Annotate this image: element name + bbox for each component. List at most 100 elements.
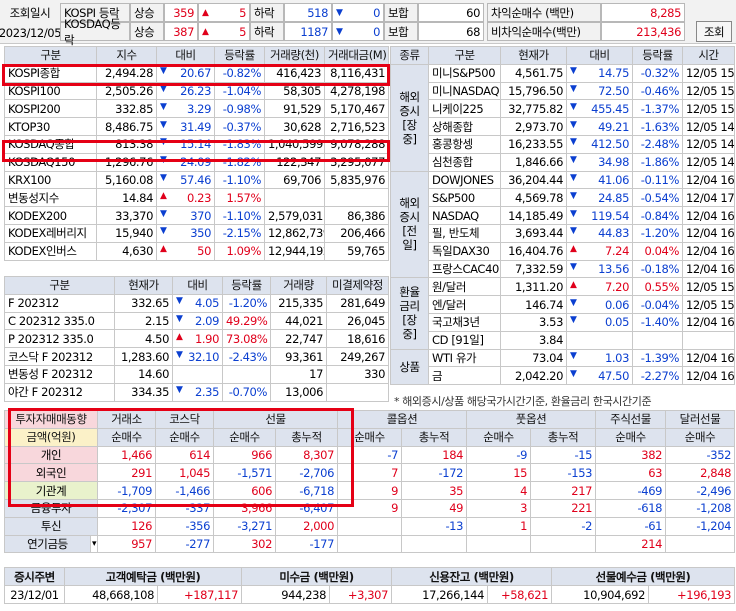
futures-row: P 202312 335.0 4.50 ▲ 1.90 73.08% 22,747 18,61… [4, 329, 389, 349]
world-price: 3.84 [500, 330, 567, 350]
index-volume: 122,347 [264, 152, 325, 172]
limit-up-count: 5 [239, 5, 246, 20]
world-row: 심천종합1,846.66▼ 34.98-1.86%12/05 14:54 [391, 152, 735, 172]
world-header-cell: 구분 [428, 46, 501, 65]
world-date: 12/04 [686, 172, 718, 187]
world-pct: -0.11% [632, 170, 683, 190]
world-time: 12/04 16:00 [682, 348, 735, 368]
index-volume: 416,423 [264, 63, 325, 83]
world-change: ▼ 34.98 [566, 152, 633, 172]
non-arb-net-buy-value: 213,436 [601, 22, 685, 41]
index-row: KOSPI100 2,505.26 ▼ 26.23 -1.04% 58,305 4,278,… [4, 81, 389, 101]
world-pct: -0.54% [632, 188, 683, 208]
change-arrow-icon: ▼ [570, 83, 577, 94]
investor-sub-header: 총누적 [530, 427, 597, 447]
limit-up-count: 5 [239, 24, 246, 39]
change-value: 3.29 [186, 101, 211, 116]
index-row: KODEX레버리지 15,940 ▼ 350 -2.15% 12,862,739 206,4… [4, 223, 389, 243]
world-time: 12/04 16:00 [682, 259, 735, 279]
index-value: 813.38 [96, 134, 157, 154]
world-pct: -1.40% [632, 312, 683, 332]
index-name: KOSPI종합 [4, 63, 97, 83]
index-header-cell: 거래대금(M) [324, 46, 389, 65]
funds-header-cell: 신용잔고 (백만원) [391, 567, 553, 586]
funds-value: +187,117 [156, 585, 243, 604]
index-change: ▼ 24.09 [156, 152, 215, 172]
world-date: 12/04 [686, 315, 718, 330]
investor-value: -337 [155, 498, 215, 518]
investor-sub-header: 순매수 [595, 427, 667, 447]
index-row: KTOP30 8,486.75 ▼ 31.49 -0.37% 30,628 2,716,52… [4, 117, 389, 136]
investor-value: 2,848 [665, 463, 736, 483]
date-value: 2023/12/05 [0, 23, 62, 42]
index-change: ▼ 15.14 [156, 134, 215, 154]
index-row: KODEX인버스 4,630 ▲ 50 1.09% 12,944,192 59,765 [4, 241, 389, 261]
index-pct: 1.57% [214, 188, 265, 208]
world-row: 엔/달러146.74▼ 0.06-0.04%12/05 15:59 [391, 295, 735, 314]
change-arrow-icon: ▼ [570, 101, 577, 112]
world-name: 프랑스CAC40 [428, 259, 501, 279]
change-value: 26.23 [180, 83, 211, 98]
change-value: 50 [197, 244, 211, 259]
futures-volume: 17 [270, 364, 327, 384]
investor-value: 214 [595, 534, 667, 554]
change-value: 24.09 [180, 155, 211, 170]
futures-change: ▼ 2.09 [172, 311, 223, 331]
limit-down: ▼ 0 [332, 22, 384, 41]
investor-value: -1,709 [97, 481, 157, 500]
world-name: 독일DAX30 [428, 241, 501, 261]
investor-dropdown-icon[interactable]: ▾ [89, 534, 99, 554]
timezone-note: * 해외증시/상품 해당국가시간기준, 환율금리 한국시간기준 [394, 395, 652, 408]
change-value: 1.90 [194, 331, 219, 346]
world-markets-table: 종류 구분 현재가 대비 등락률 시간 해외증시[장중] 미니S&P500 4,561.75 ▼ 1… [390, 46, 735, 386]
change-arrow-icon: ▼ [176, 296, 183, 307]
investor-value: -13 [401, 516, 468, 536]
investor-sub-header: 총누적 [275, 427, 339, 447]
world-time: 12/04 16:15 [682, 206, 735, 225]
futures-volume: 44,021 [270, 311, 327, 331]
index-volume: 91,529 [264, 99, 325, 119]
limit-up: ▲ 5 [198, 22, 250, 41]
world-pct: -1.63% [632, 117, 683, 136]
world-change: ▼ 47.50 [566, 366, 633, 386]
funds-value: +58,621 [487, 585, 553, 604]
world-pct: -1.86% [632, 152, 683, 172]
change-arrow-icon: ▼ [570, 172, 577, 183]
world-time: 12/04 16:00 [682, 366, 735, 386]
investor-value: 9 [337, 498, 403, 518]
investor-value: -356 [155, 516, 215, 536]
non-arb-net-buy-label: 비차익순매수(백만) [487, 22, 601, 41]
futures-name: 변동성 F 202312 [4, 364, 115, 384]
investor-value: 15 [466, 463, 532, 483]
unchanged-label: 보합 [384, 22, 418, 41]
investor-value: 184 [401, 445, 468, 465]
query-button[interactable]: 조회 [696, 21, 732, 42]
futures-price: 2.15 [114, 311, 173, 331]
world-name: 엔/달러 [428, 295, 501, 314]
world-pct: 0.04% [632, 241, 683, 261]
world-time: 12/05 14:54 [682, 134, 735, 154]
world-price: 16,233.55 [500, 134, 567, 154]
index-pct: -0.37% [214, 117, 265, 136]
change-arrow-icon: ▼ [160, 101, 167, 112]
investor-value: -618 [595, 498, 667, 518]
investor-sub-header: 순매수 [665, 427, 736, 447]
index-pct: -0.98% [214, 99, 265, 119]
world-time: 12/05 15:59 [682, 63, 735, 83]
world-date: 12/05 [686, 297, 718, 312]
investor-value: -153 [530, 463, 597, 483]
index-value: 2,505.26 [96, 81, 157, 101]
investor-name: 투신 [3, 516, 99, 536]
change-arrow-icon: ▼ [570, 119, 577, 130]
world-group-label: 환율금리[장중] [390, 277, 429, 350]
world-pct: -2.48% [632, 134, 683, 154]
change-arrow-icon: ▼ [160, 155, 167, 166]
world-date: 12/04 [686, 190, 718, 205]
world-pct: -0.84% [632, 206, 683, 225]
world-name: 금 [428, 366, 501, 386]
index-change: ▲ 50 [156, 241, 215, 261]
world-change: ▼ 72.50 [566, 81, 633, 101]
index-name: KTOP30 [4, 117, 97, 136]
index-name: KOSPI100 [4, 81, 97, 101]
investor-value: 614 [155, 445, 215, 465]
